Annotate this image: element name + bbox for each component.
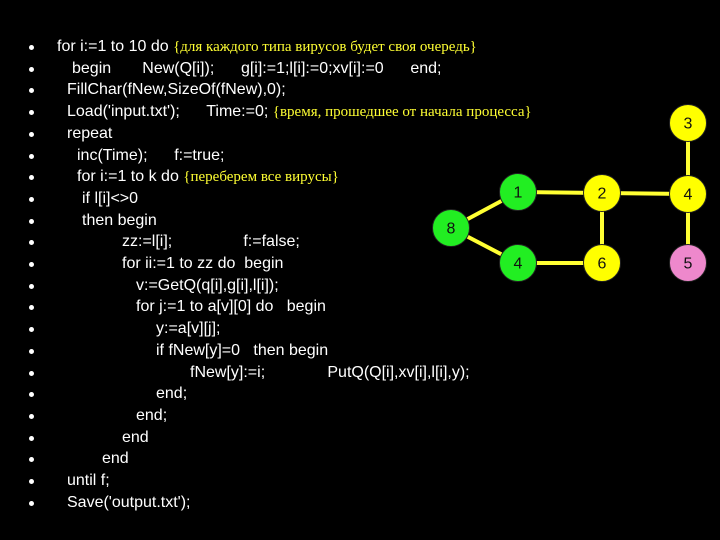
graph-node: 1 — [499, 173, 537, 211]
graph-node: 8 — [432, 209, 470, 247]
graph-node: 4 — [669, 175, 707, 213]
node-label: 3 — [684, 116, 693, 133]
graph-node: 5 — [669, 244, 707, 282]
node-label: 5 — [684, 256, 693, 273]
node-label: 2 — [598, 186, 607, 203]
graph-node: 3 — [669, 104, 707, 142]
node-label: 8 — [447, 221, 456, 238]
node-label: 1 — [514, 185, 523, 202]
virus-graph: 3 1 2 4 8 4 6 5 — [432, 104, 707, 282]
node-label: 4 — [684, 187, 693, 204]
graph-node: 6 — [583, 244, 621, 282]
node-label: 4 — [514, 256, 523, 273]
graph-node: 2 — [583, 174, 621, 212]
graph-node: 4 — [499, 244, 537, 282]
node-label: 6 — [598, 256, 607, 273]
